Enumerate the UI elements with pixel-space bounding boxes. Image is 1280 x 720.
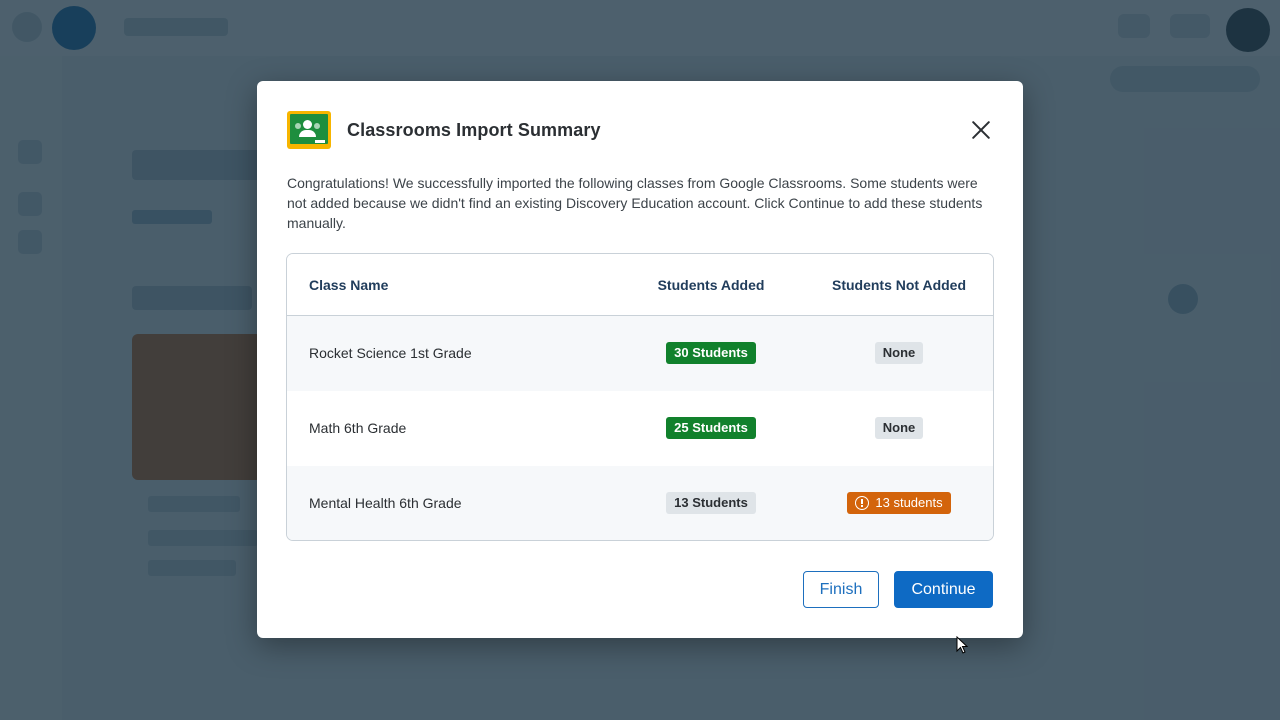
class-name-cell: Rocket Science 1st Grade bbox=[309, 345, 472, 361]
column-header-students-not-added: Students Not Added bbox=[831, 277, 967, 293]
students-not-added-badge: None bbox=[874, 342, 924, 364]
continue-button[interactable]: Continue bbox=[894, 571, 993, 608]
students-not-added-warning-badge[interactable]: 13 students bbox=[847, 492, 951, 514]
table-header: Class Name Students Added Students Not A… bbox=[287, 254, 993, 316]
import-summary-modal: Classrooms Import Summary Congratulation… bbox=[257, 81, 1023, 638]
finish-button[interactable]: Finish bbox=[803, 571, 879, 608]
class-name-cell: Math 6th Grade bbox=[309, 420, 407, 436]
students-added-badge: 13 Students bbox=[666, 492, 756, 514]
table-row: Math 6th Grade 25 Students None bbox=[287, 391, 993, 466]
google-classroom-icon bbox=[287, 111, 331, 149]
students-not-added-badge: None bbox=[874, 417, 924, 439]
table-row: Rocket Science 1st Grade 30 Students Non… bbox=[287, 316, 993, 391]
column-header-students-added: Students Added bbox=[657, 277, 765, 293]
mouse-cursor-icon bbox=[956, 636, 969, 654]
class-name-cell: Mental Health 6th Grade bbox=[309, 495, 462, 511]
warning-icon bbox=[855, 496, 870, 510]
table-row: Mental Health 6th Grade 13 Students 13 s… bbox=[287, 466, 993, 540]
import-summary-table: Class Name Students Added Students Not A… bbox=[286, 253, 994, 541]
modal-header: Classrooms Import Summary bbox=[287, 111, 601, 149]
column-header-class-name: Class Name bbox=[309, 277, 389, 293]
modal-title: Classrooms Import Summary bbox=[347, 119, 601, 140]
close-icon[interactable] bbox=[969, 118, 993, 142]
students-added-badge: 30 Students bbox=[666, 342, 756, 364]
students-added-badge: 25 Students bbox=[666, 417, 756, 439]
modal-intro-text: Congratulations! We successfully importe… bbox=[287, 175, 983, 231]
students-not-added-count: 13 students bbox=[875, 495, 943, 510]
